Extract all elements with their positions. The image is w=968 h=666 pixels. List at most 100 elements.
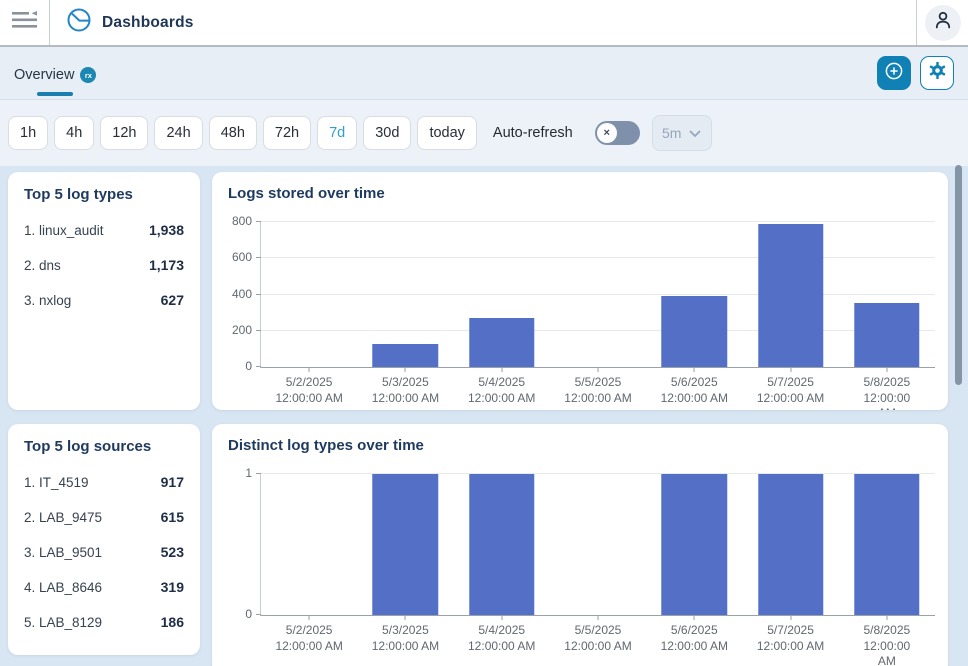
stat-row: 2. dns1,173 [24, 257, 184, 273]
sidebar-collapse-icon [12, 11, 38, 34]
distinct-log-types-chart-card: Distinct log types over time 015/2/2025 … [212, 424, 948, 666]
timerange-button-7d[interactable]: 7d [317, 116, 357, 150]
x-axis-tick-label: 5/3/2025 12:00:00 AM [372, 623, 439, 654]
stat-value: 186 [161, 614, 184, 630]
x-axis-tick-mark [598, 367, 599, 372]
y-axis-tick-label: 600 [232, 250, 252, 264]
stat-row: 3. LAB_9501 523 [24, 544, 184, 560]
refresh-interval-select[interactable]: 5m [652, 115, 712, 151]
stat-value: 319 [161, 579, 184, 595]
x-axis-tick-mark [598, 615, 599, 620]
gear-icon [928, 61, 947, 85]
stat-label: 1. linux_audit [24, 223, 104, 238]
timerange-button-30d[interactable]: 30d [363, 116, 411, 150]
active-tab-underline [37, 92, 73, 96]
x-axis-tick-mark [501, 367, 502, 372]
y-axis-tick-label: 0 [245, 607, 252, 621]
y-axis-tick-mark [256, 221, 261, 222]
dashboard-settings-button[interactable] [920, 56, 954, 90]
bar-5/8/2025[interactable] [854, 303, 919, 367]
chart-plot-area: 015/2/2025 12:00:00 AM5/3/2025 12:00:00 … [260, 474, 935, 616]
bar-5/7/2025[interactable] [758, 474, 823, 615]
chevron-down-icon [689, 125, 701, 141]
timerange-button-24h[interactable]: 24h [154, 116, 202, 150]
bar-5/3/2025[interactable] [373, 474, 438, 615]
stat-value: 523 [161, 544, 184, 560]
timerange-button-4h[interactable]: 4h [54, 116, 94, 150]
x-axis-tick-label: 5/2/2025 12:00:00 AM [275, 375, 342, 406]
x-axis-tick-label: 5/4/2025 12:00:00 AM [468, 623, 535, 654]
x-axis-tick-mark [694, 367, 695, 372]
tab-overview[interactable]: Overview rx [12, 47, 98, 99]
stat-row: 5. LAB_8129 186 [24, 614, 184, 630]
x-axis-tick-mark [790, 615, 791, 620]
timerange-button-group: 1h4h12h24h48h72h7d30dtoday [8, 116, 483, 150]
grid-line [261, 330, 935, 331]
stat-label: 4. LAB_8646 [24, 580, 102, 595]
dashboards-brand[interactable]: Dashboards [50, 0, 916, 45]
stat-label: 2. LAB_9475 [24, 510, 102, 525]
autorefresh-toggle[interactable]: × [595, 121, 640, 145]
bar-5/6/2025[interactable] [662, 474, 727, 615]
timerange-button-1h[interactable]: 1h [8, 116, 48, 150]
chart-plot-area: 02004006008005/2/2025 12:00:00 AM5/3/202… [260, 222, 935, 368]
x-axis-tick-mark [501, 615, 502, 620]
y-axis-tick-mark [256, 614, 261, 615]
timerange-button-12h[interactable]: 12h [100, 116, 148, 150]
stat-row: 4. LAB_8646 319 [24, 579, 184, 595]
pie-chart-icon [66, 7, 92, 38]
stat-label: 5. LAB_8129 [24, 615, 102, 630]
y-axis-tick-label: 0 [245, 359, 252, 373]
timerange-button-72h[interactable]: 72h [263, 116, 311, 150]
timerange-button-today[interactable]: today [417, 116, 476, 150]
bar-5/3/2025[interactable] [373, 344, 438, 367]
user-menu-button[interactable] [925, 5, 961, 41]
x-axis-tick-label: 5/5/2025 12:00:00 AM [564, 375, 631, 406]
grid-line [261, 473, 935, 474]
grid-line [261, 294, 935, 295]
stat-value: 627 [161, 292, 184, 308]
card-title: Top 5 log sources [24, 438, 184, 455]
x-axis-tick-label: 5/4/2025 12:00:00 AM [468, 375, 535, 406]
x-axis-tick-mark [886, 367, 887, 372]
stat-row: 2. LAB_9475 615 [24, 509, 184, 525]
x-axis-tick-label: 5/8/2025 12:00:00 AM [863, 375, 911, 410]
refresh-interval-value: 5m [662, 125, 681, 141]
stat-value: 917 [161, 474, 184, 490]
logs-stored-chart-card: Logs stored over time 02004006008005/2/2… [212, 172, 948, 410]
grid-line [261, 257, 935, 258]
bar-5/8/2025[interactable] [854, 474, 919, 615]
card-title: Top 5 log types [24, 186, 184, 203]
y-axis-tick-mark [256, 330, 261, 331]
x-axis-tick-label: 5/6/2025 12:00:00 AM [661, 375, 728, 406]
stat-label: 3. nxlog [24, 293, 71, 308]
card-title: Distinct log types over time [228, 437, 935, 454]
sidebar-toggle-button[interactable] [0, 0, 50, 45]
grid-line [261, 221, 935, 222]
dashboard-content: Top 5 log types 1. linux_audit1,9382. dn… [0, 166, 968, 666]
y-axis-tick-label: 1 [245, 466, 252, 480]
top-log-types-card: Top 5 log types 1. linux_audit1,9382. dn… [8, 172, 200, 410]
card-title: Logs stored over time [228, 185, 935, 202]
timerange-button-48h[interactable]: 48h [209, 116, 257, 150]
bar-5/7/2025[interactable] [758, 224, 823, 367]
stat-value: 615 [161, 509, 184, 525]
dashboard-tab-bar: Overview rx [0, 47, 968, 100]
plus-circle-icon [884, 61, 904, 86]
distinct-log-types-bar-chart: 015/2/2025 12:00:00 AM5/3/2025 12:00:00 … [228, 474, 935, 616]
bar-5/4/2025[interactable] [469, 474, 534, 615]
y-axis-tick-mark [256, 257, 261, 258]
add-widget-button[interactable] [877, 56, 911, 90]
tab-overview-label: Overview [14, 63, 74, 83]
bar-5/4/2025[interactable] [469, 318, 534, 367]
stat-label: 3. LAB_9501 [24, 545, 102, 560]
y-axis-tick-label: 800 [232, 214, 252, 228]
stat-label: 1. IT_4519 [24, 475, 89, 490]
log-types-list: 1. linux_audit1,9382. dns1,1733. nxlog62… [24, 222, 184, 308]
autorefresh-label: Auto-refresh [493, 125, 573, 141]
y-axis-tick-mark [256, 366, 261, 367]
timerange-controls: 1h4h12h24h48h72h7d30dtoday Auto-refresh … [0, 100, 968, 166]
page-scrollbar-thumb[interactable] [955, 165, 962, 385]
bar-5/6/2025[interactable] [662, 296, 727, 367]
toggle-knob-off-icon: × [597, 123, 617, 143]
